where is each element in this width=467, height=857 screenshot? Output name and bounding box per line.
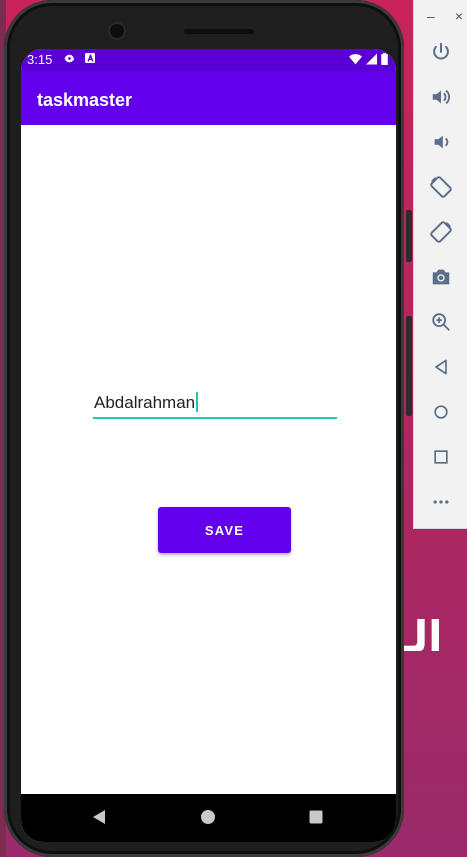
emulator-toolbar: – ×	[413, 0, 467, 529]
camera-icon	[110, 24, 124, 38]
speaker-grille	[184, 29, 254, 34]
rotate-left-icon[interactable]	[429, 175, 453, 199]
more-icon[interactable]	[429, 490, 453, 514]
signal-icon	[366, 53, 377, 68]
main-content: Abdalrahman SAVE	[21, 125, 396, 794]
wallpaper-text: الـ	[398, 612, 443, 661]
text-cursor	[196, 392, 199, 412]
recents-icon[interactable]	[308, 808, 324, 831]
power-icon[interactable]	[429, 40, 453, 64]
back-icon[interactable]	[91, 808, 107, 831]
status-left-icons	[63, 52, 96, 68]
app-title: taskmaster	[37, 90, 133, 110]
gear-icon	[63, 52, 76, 68]
status-right-icons	[349, 53, 388, 68]
battery-icon	[381, 53, 388, 68]
wifi-icon	[349, 53, 362, 68]
back-icon[interactable]	[429, 355, 453, 379]
window-controls: – ×	[427, 8, 463, 24]
app-bar: taskmaster	[21, 71, 396, 125]
save-button[interactable]: SAVE	[158, 507, 291, 553]
home-icon[interactable]	[200, 808, 216, 831]
text-field-value-text: Abdalrahman	[94, 393, 196, 412]
phone-top-bezel	[4, 0, 404, 50]
close-icon[interactable]: ×	[455, 8, 463, 24]
status-time: 3:15	[27, 52, 53, 67]
volume-side-button[interactable]	[406, 316, 412, 416]
status-bar: 3:15	[21, 49, 396, 71]
home-icon[interactable]	[429, 400, 453, 424]
overview-icon[interactable]	[429, 445, 453, 469]
a-icon	[84, 52, 96, 68]
name-text-field[interactable]: Abdalrahman	[93, 387, 337, 419]
device-screen: 3:15 taskmaster Abdalrahman SAVE	[21, 49, 396, 842]
navigation-bar	[21, 794, 396, 842]
power-side-button[interactable]	[406, 210, 412, 262]
minimize-icon[interactable]: –	[427, 8, 435, 24]
volume-up-icon[interactable]	[429, 85, 453, 109]
phone-frame: 3:15 taskmaster Abdalrahman SAVE	[4, 0, 412, 857]
volume-down-icon[interactable]	[429, 130, 453, 154]
screenshot-icon[interactable]	[429, 265, 453, 289]
rotate-right-icon[interactable]	[429, 220, 453, 244]
text-field-value[interactable]: Abdalrahman	[94, 392, 199, 413]
zoom-icon[interactable]	[429, 310, 453, 334]
